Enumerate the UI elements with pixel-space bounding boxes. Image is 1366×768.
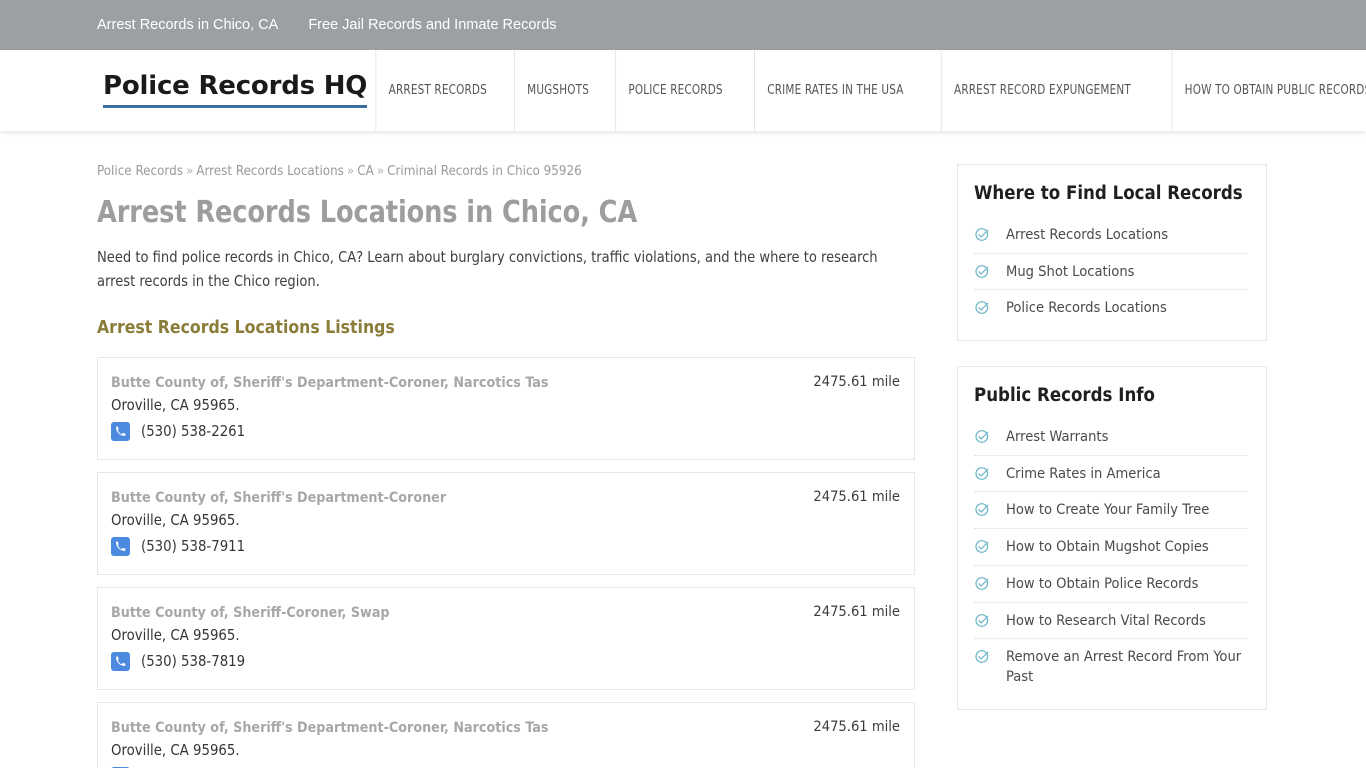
check-circle-icon <box>974 538 991 555</box>
list-item[interactable]: How to Create Your Family Tree <box>974 492 1248 530</box>
sidebar-link[interactable]: How to Create Your Family Tree <box>1006 500 1209 520</box>
nav-item-mugshots[interactable]: MUGSHOTS <box>513 50 601 131</box>
listing-card[interactable]: Butte County of, Sheriff's Department-Co… <box>97 471 915 575</box>
nav-item-arrest-record-expungement[interactable]: ARREST RECORD EXPUNGEMENT <box>941 50 1143 131</box>
listing-phone[interactable]: (530) 538-7911 <box>141 538 245 555</box>
listing-address: Oroville, CA 95965. <box>111 511 240 529</box>
listing-title[interactable]: Butte County of, Sheriff's Department-Co… <box>111 375 548 391</box>
breadcrumb-item-current[interactable]: Criminal Records in Chico 95926 <box>387 164 582 179</box>
listing-distance: 2475.61 mile <box>813 717 900 735</box>
breadcrumb-separator: » <box>376 164 385 179</box>
listings-heading: Arrest Records Locations Listings <box>97 317 395 338</box>
listing-card[interactable]: Butte County of, Sheriff's Department-Co… <box>97 701 915 768</box>
check-circle-icon <box>974 465 991 482</box>
logo-container[interactable]: Police Records HQ <box>0 50 367 131</box>
sidebar-link[interactable]: Arrest Records Locations <box>1006 225 1168 245</box>
breadcrumb-item-ca[interactable]: CA <box>357 164 374 179</box>
sidebar-link[interactable]: How to Obtain Mugshot Copies <box>1006 537 1209 557</box>
listing-phone-row: (530) 538-7819 <box>111 651 898 671</box>
list-item[interactable]: Remove an Arrest Record From Your Past <box>974 639 1248 694</box>
phone-icon <box>111 421 130 441</box>
check-circle-icon <box>974 263 991 280</box>
listing-phone[interactable]: (530) 538-7819 <box>141 653 245 670</box>
list-item[interactable]: How to Research Vital Records <box>974 603 1248 640</box>
check-circle-icon <box>974 428 991 445</box>
listing-phone[interactable]: (530) 538-2261 <box>141 423 245 440</box>
listing-address: Oroville, CA 95965. <box>111 741 240 759</box>
breadcrumb-item-arrest-records-locations[interactable]: Arrest Records Locations <box>196 164 344 179</box>
list-item[interactable]: Police Records Locations <box>974 290 1248 326</box>
listing-distance: 2475.61 mile <box>813 372 900 390</box>
sidebar-link[interactable]: How to Obtain Police Records <box>1006 574 1198 594</box>
page-title: Arrest Records Locations in Chico, CA <box>97 195 638 230</box>
list-item[interactable]: Arrest Warrants <box>974 419 1248 456</box>
nav-item-crime-rates-in-the-usa[interactable]: CRIME RATES IN THE USA <box>754 50 916 131</box>
listing-title[interactable]: Butte County of, Sheriff's Department-Co… <box>111 490 446 506</box>
check-circle-icon <box>974 612 991 629</box>
listing-distance: 2475.61 mile <box>813 487 900 505</box>
check-circle-icon <box>974 299 991 316</box>
list-item[interactable]: How to Obtain Mugshot Copies <box>974 529 1248 566</box>
breadcrumb-item-police-records[interactable]: Police Records <box>97 164 183 179</box>
listing-title[interactable]: Butte County of, Sheriff-Coroner, Swap <box>111 605 390 621</box>
widget-where-to-find-local-records: Where to Find Local Records Arrest Recor… <box>957 164 1267 342</box>
list-item[interactable]: How to Obtain Police Records <box>974 566 1248 603</box>
list-item[interactable]: Mug Shot Locations <box>974 254 1248 291</box>
listing-phone-row: (530) 538-2261 <box>111 421 898 441</box>
topbar-link-free-jail-records[interactable]: Free Jail Records and Inmate Records <box>308 17 556 33</box>
widget-title: Where to Find Local Records <box>974 183 1243 204</box>
phone-icon <box>111 536 130 556</box>
widget-title: Public Records Info <box>974 385 1155 407</box>
listing-card[interactable]: Butte County of, Sheriff-Coroner, Swap 2… <box>97 586 915 690</box>
list-item[interactable]: Arrest Records Locations <box>974 217 1248 254</box>
main-navigation: ARREST RECORDS MUGSHOTS POLICE RECORDS C… <box>367 50 1366 131</box>
listing-distance: 2475.61 mile <box>813 602 900 620</box>
breadcrumb-separator: » <box>346 164 355 179</box>
sidebar-link[interactable]: Remove an Arrest Record From Your Past <box>1006 647 1248 686</box>
check-circle-icon <box>974 575 991 592</box>
breadcrumb-separator: » <box>185 164 194 179</box>
listing-phone-row: (530) 538-7911 <box>111 536 898 556</box>
sidebar: Where to Find Local Records Arrest Recor… <box>957 164 1267 768</box>
listing-card[interactable]: Butte County of, Sheriff's Department-Co… <box>97 356 915 460</box>
nav-item-police-records[interactable]: POLICE RECORDS <box>615 50 735 131</box>
widget-public-records-info: Public Records Info Arrest Warrants Crim… <box>957 366 1267 710</box>
site-header: Police Records HQ ARREST RECORDS MUGSHOT… <box>0 50 1366 131</box>
page-body: Police Records» Arrest Records Locations»… <box>0 131 1366 768</box>
check-circle-icon <box>974 226 991 243</box>
check-circle-icon <box>974 501 991 518</box>
listing-address: Oroville, CA 95965. <box>111 626 240 644</box>
listing-title[interactable]: Butte County of, Sheriff's Department-Co… <box>111 720 548 736</box>
nav-item-arrest-records[interactable]: ARREST RECORDS <box>375 50 500 131</box>
sidebar-link[interactable]: Arrest Warrants <box>1006 427 1108 447</box>
listing-address: Oroville, CA 95965. <box>111 396 240 414</box>
site-logo[interactable]: Police Records HQ <box>103 73 367 108</box>
phone-icon <box>111 651 130 671</box>
top-bar: Arrest Records in Chico, CA Free Jail Re… <box>0 0 1366 50</box>
sidebar-link[interactable]: Mug Shot Locations <box>1006 262 1135 282</box>
nav-item-how-to-obtain-public-records[interactable]: HOW TO OBTAIN PUBLIC RECORDS <box>1171 50 1366 131</box>
sidebar-link[interactable]: Crime Rates in America <box>1006 464 1161 484</box>
breadcrumb: Police Records» Arrest Records Locations»… <box>97 164 915 179</box>
topbar-link-arrest-records[interactable]: Arrest Records in Chico, CA <box>97 17 278 33</box>
widget-list: Arrest Records Locations Mug Shot Locati… <box>974 217 1248 326</box>
widget-list: Arrest Warrants Crime Rates in America H… <box>974 419 1248 695</box>
intro-paragraph: Need to find police records in Chico, CA… <box>97 248 878 291</box>
sidebar-link[interactable]: Police Records Locations <box>1006 298 1167 318</box>
check-circle-icon <box>974 648 991 665</box>
list-item[interactable]: Crime Rates in America <box>974 456 1248 493</box>
sidebar-link[interactable]: How to Research Vital Records <box>1006 611 1206 631</box>
main-column: Police Records» Arrest Records Locations»… <box>97 164 915 768</box>
